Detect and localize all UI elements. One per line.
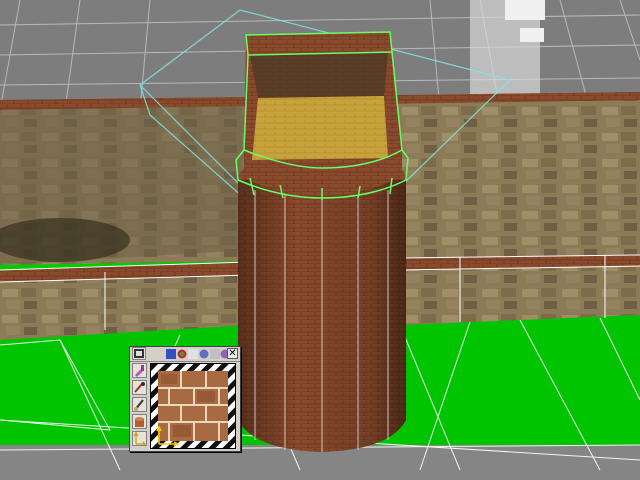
3d-viewport[interactable]: ✕ [0,0,640,480]
pipette-icon[interactable] [132,380,147,395]
close-button[interactable]: ✕ [227,348,238,359]
texture-panel[interactable]: ✕ [129,346,241,452]
tower-object[interactable] [235,31,409,452]
scene-canvas[interactable] [0,0,640,480]
material-icon[interactable] [132,414,147,429]
scale-icon[interactable] [132,431,147,447]
texture-preview[interactable] [150,363,236,449]
film-icon[interactable] [132,347,146,360]
texture-panel-titlebar[interactable]: ✕ [130,347,240,362]
brush-icon[interactable] [132,397,147,412]
close-icon: ✕ [228,348,237,359]
paint-icon[interactable] [132,363,147,378]
color-swatch-strip[interactable] [166,349,230,359]
